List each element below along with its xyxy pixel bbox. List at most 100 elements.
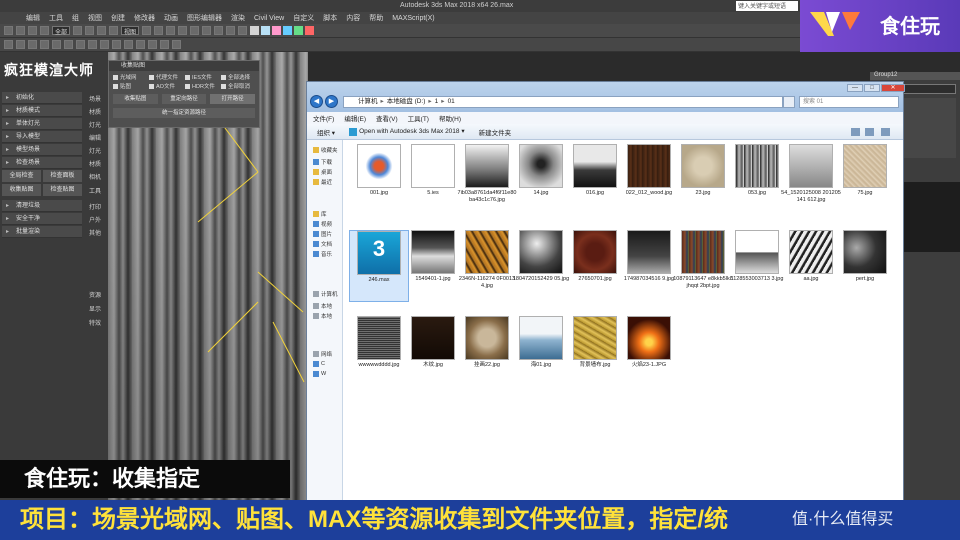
redo-icon[interactable]	[16, 26, 25, 35]
nav-pane-item[interactable]: 视频	[313, 220, 339, 228]
file-item[interactable]: 海01.jpg	[511, 316, 571, 388]
side-tab[interactable]: 其他	[84, 228, 106, 237]
nav-pane-item[interactable]: 计算机	[313, 290, 339, 298]
side-tab[interactable]: 特效	[84, 318, 106, 327]
file-item[interactable]: 27650701.jpg	[565, 230, 625, 302]
plugin-section-row[interactable]: ▸ 安全干净	[2, 213, 82, 225]
select-rotate-icon[interactable]	[64, 40, 73, 49]
select-move-icon[interactable]	[52, 40, 61, 49]
file-item[interactable]: 053.jpg	[727, 144, 787, 216]
explorer-menu-item[interactable]: 编辑(E)	[344, 113, 366, 123]
file-item[interactable]: wwwwwdddd.jpg	[349, 316, 409, 388]
nav-pane-item[interactable]: W	[313, 370, 339, 378]
max-menu-item[interactable]: 修改器	[134, 13, 155, 23]
side-tab[interactable]: 资源	[84, 290, 106, 299]
link-icon[interactable]	[28, 26, 37, 35]
snaps-toggle-icon[interactable]	[112, 40, 121, 49]
named-selection-icon[interactable]	[148, 40, 157, 49]
nav-pane-item[interactable]: C	[313, 360, 339, 368]
plugin-section-row[interactable]: ▸ 模型场景	[2, 144, 82, 156]
explorer-menu-item[interactable]: 工具(T)	[408, 113, 429, 123]
close-button[interactable]: ✕	[881, 84, 905, 92]
select-by-name-icon[interactable]	[16, 40, 25, 49]
spinner-snap-icon[interactable]	[136, 40, 145, 49]
relink-button[interactable]: 重定向路径	[161, 94, 207, 104]
file-item[interactable]: 背景墙布.jpg	[565, 316, 625, 388]
color-swatch[interactable]	[272, 26, 282, 35]
file-item[interactable]: 14.jpg	[511, 144, 571, 216]
organize-button[interactable]: 组织 ▾	[317, 127, 335, 137]
nav-pane-item[interactable]: 本地	[313, 302, 339, 310]
plugin-button[interactable]: 检查贴图	[43, 184, 82, 196]
collect-button[interactable]: 收集贴图	[113, 94, 158, 104]
open-path-button[interactable]: 打开路径	[210, 94, 256, 104]
max-menu-item[interactable]: 帮助	[369, 13, 383, 23]
explorer-menu-item[interactable]: 帮助(H)	[439, 113, 461, 123]
view-options-icon[interactable]	[851, 128, 860, 136]
open-with-button[interactable]: Open with Autodesk 3ds Max 2018 ▾	[349, 127, 465, 136]
plugin-button[interactable]: 收集贴图	[2, 184, 41, 196]
side-tab[interactable]: 场景	[84, 94, 106, 103]
max-menu-item[interactable]: 自定义	[293, 13, 314, 23]
plugin-section-row[interactable]: ▸ 检查场景	[2, 157, 82, 169]
nav-pane-item[interactable]: 图片	[313, 230, 339, 238]
file-item[interactable]: 火焰23-1.JPG	[619, 316, 679, 388]
schematic-icon[interactable]	[160, 40, 169, 49]
collect-option-checkbox[interactable]: HDR文件	[185, 82, 219, 90]
object-name-field[interactable]: Group12	[870, 72, 960, 80]
angle-snap-icon[interactable]	[154, 26, 164, 35]
color-swatch[interactable]	[261, 26, 271, 35]
explorer-search-input[interactable]: 搜索 01	[799, 96, 899, 108]
side-tab[interactable]: 工具	[84, 186, 106, 195]
file-item[interactable]: 23.jpg	[673, 144, 733, 216]
rect-select-icon[interactable]	[28, 40, 37, 49]
preview-pane-icon[interactable]	[865, 128, 874, 136]
render-icon[interactable]	[238, 26, 248, 35]
undo-icon[interactable]	[4, 26, 13, 35]
render-setup-icon[interactable]	[226, 26, 236, 35]
side-tab[interactable]: 材质	[84, 159, 106, 168]
refresh-icon[interactable]	[783, 96, 795, 108]
file-item[interactable]: 1549401-1.jpg	[403, 230, 463, 302]
help-icon[interactable]	[881, 128, 890, 136]
max-menu-item[interactable]: 编辑	[26, 13, 40, 23]
plugin-button[interactable]: 检查面板	[43, 170, 82, 182]
collect-option-checkbox[interactable]: 代理文件	[149, 73, 183, 81]
collect-option-checkbox[interactable]: AO文件	[149, 82, 183, 90]
color-swatch[interactable]	[250, 26, 260, 35]
minimize-button[interactable]: —	[847, 84, 863, 92]
explorer-menu-item[interactable]: 文件(F)	[313, 113, 334, 123]
file-item[interactable]: 001.jpg	[349, 144, 409, 216]
collect-option-checkbox[interactable]: 贴图	[113, 82, 147, 90]
nav-pane-item[interactable]: 收藏夹	[313, 146, 339, 154]
breadcrumb-item[interactable]: 本地磁盘 (D:)	[387, 98, 426, 105]
collect-option-checkbox[interactable]: 光域网	[113, 73, 147, 81]
side-tab[interactable]: 打印	[84, 202, 106, 211]
plugin-section-row[interactable]: ▸ 导入模型	[2, 131, 82, 143]
nav-pane-item[interactable]: 库	[313, 210, 339, 218]
side-tab[interactable]: 相机	[84, 172, 106, 181]
align-icon[interactable]	[178, 26, 188, 35]
side-tab[interactable]: 灯光	[84, 120, 106, 129]
nav-pane-item[interactable]: 文档	[313, 240, 339, 248]
keyboard-shortcut-icon[interactable]	[100, 40, 109, 49]
max-menu-item[interactable]: 图形编辑器	[187, 13, 222, 23]
nav-pane-item[interactable]: 下载	[313, 158, 339, 166]
side-tab[interactable]: 显示	[84, 304, 106, 313]
layer-icon[interactable]	[190, 26, 200, 35]
file-item[interactable]: 022_012_wood.jpg	[619, 144, 679, 216]
percent-snap-icon[interactable]	[124, 40, 133, 49]
nav-pane-item[interactable]: 最近	[313, 178, 339, 186]
back-arrow-icon[interactable]: ◀	[310, 95, 323, 108]
file-item[interactable]: 7ib03a8761da4f6f11e80ba43c1c76.jpg	[457, 144, 517, 216]
window-crossing-icon[interactable]	[40, 40, 49, 49]
max-menu-item[interactable]: 动画	[164, 13, 178, 23]
pivot-icon[interactable]	[88, 40, 97, 49]
file-item[interactable]: 5.ies	[403, 144, 463, 216]
nav-pane-item[interactable]: 网络	[313, 350, 339, 358]
select-scale-icon[interactable]	[76, 40, 85, 49]
scale-icon[interactable]	[109, 26, 119, 35]
select-object-icon[interactable]	[4, 40, 13, 49]
select-icon[interactable]	[73, 26, 83, 35]
explorer-menu-item[interactable]: 查看(V)	[376, 113, 398, 123]
